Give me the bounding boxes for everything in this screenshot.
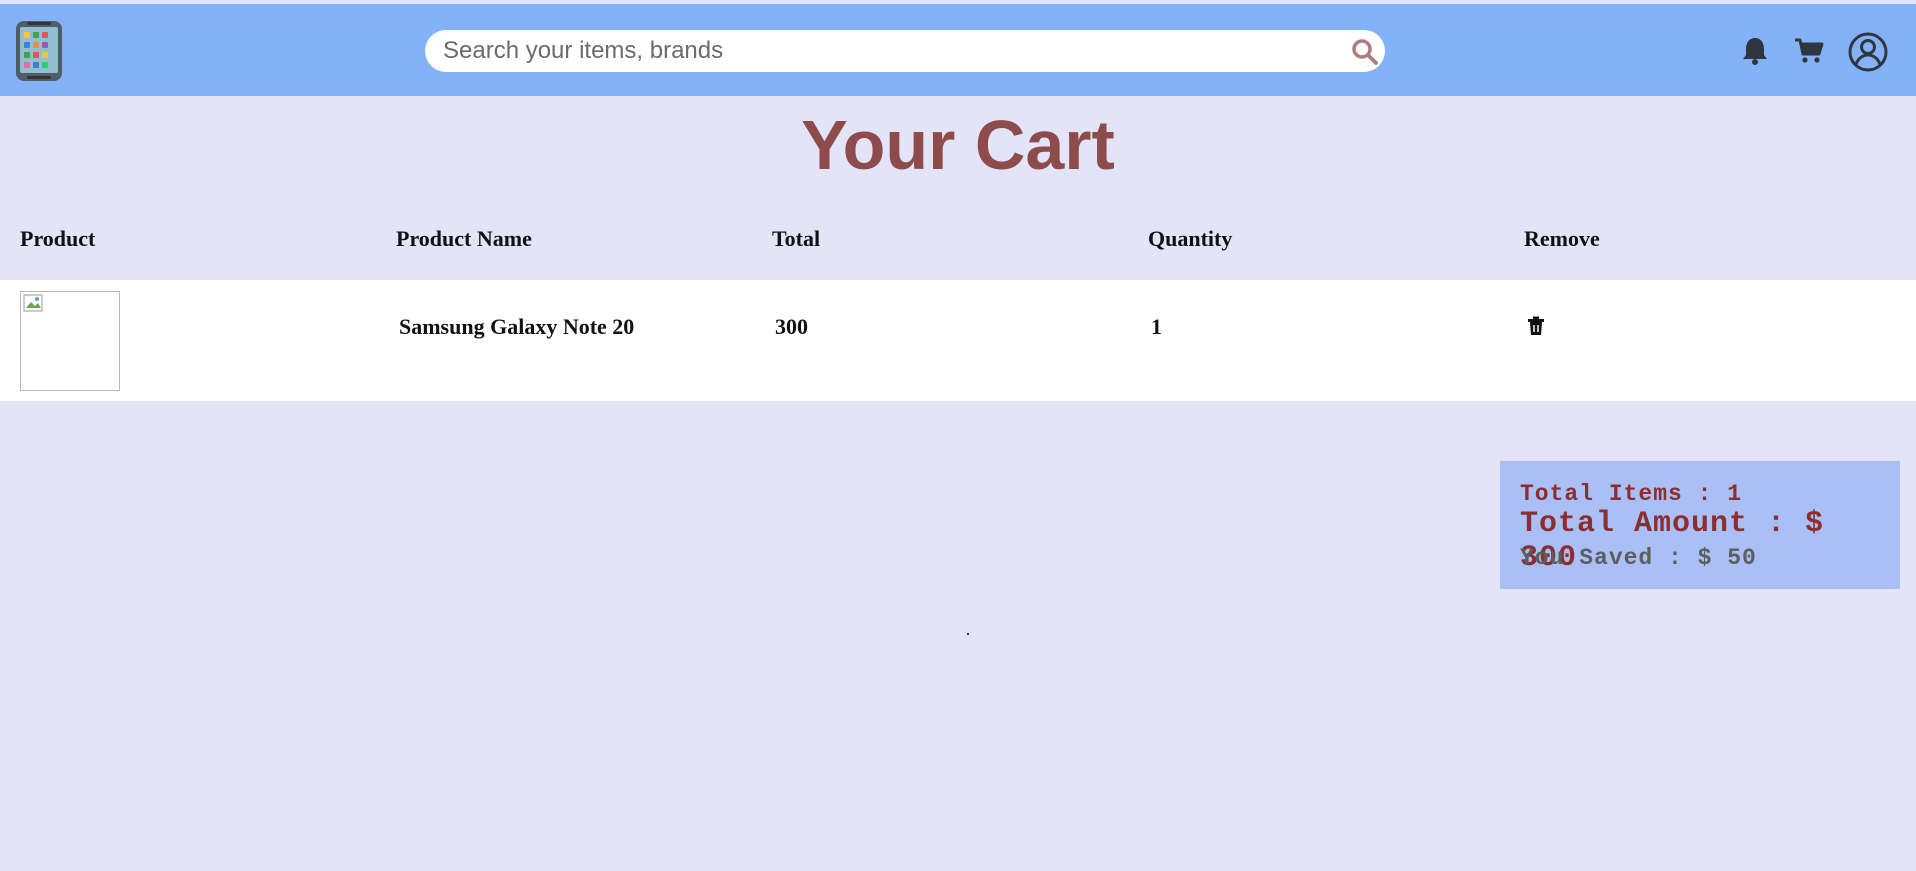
search-bar — [425, 30, 1385, 72]
top-navbar — [0, 4, 1916, 96]
header-total: Total — [772, 226, 821, 251]
user-account-icon[interactable] — [1848, 32, 1888, 72]
total-items: Total Items : 1 — [1520, 481, 1743, 507]
cart-table-header: Product Product Name Total Quantity Remo… — [0, 222, 1916, 258]
cart-summary: Total Items : 1 Total Amount : $ 300 You… — [1500, 461, 1900, 589]
cart-icon[interactable] — [1794, 37, 1824, 65]
page-title: Your Cart — [0, 105, 1916, 185]
header-quantity: Quantity — [1148, 226, 1233, 251]
page-title-regular: Your — [801, 106, 975, 184]
broken-image-icon — [23, 294, 43, 312]
product-image — [20, 291, 120, 391]
search-input[interactable] — [443, 30, 1323, 72]
you-saved: You Saved : $ 50 — [1520, 545, 1757, 571]
trash-icon[interactable] — [1527, 316, 1545, 336]
product-quantity: 1 — [1151, 314, 1162, 339]
product-name: Samsung Galaxy Note 20 — [399, 314, 635, 339]
tablet-logo-icon — [16, 21, 62, 81]
header-remove: Remove — [1524, 226, 1600, 251]
app-logo[interactable] — [15, 20, 63, 82]
stray-dot — [967, 633, 969, 635]
header-product: Product — [20, 226, 96, 251]
header-product-name: Product Name — [396, 226, 532, 251]
product-total: 300 — [775, 314, 808, 339]
search-icon[interactable] — [1351, 38, 1379, 66]
bell-icon[interactable] — [1741, 36, 1769, 66]
page-title-bold: Cart — [974, 106, 1115, 184]
table-row: Samsung Galaxy Note 20 300 1 — [0, 280, 1916, 401]
